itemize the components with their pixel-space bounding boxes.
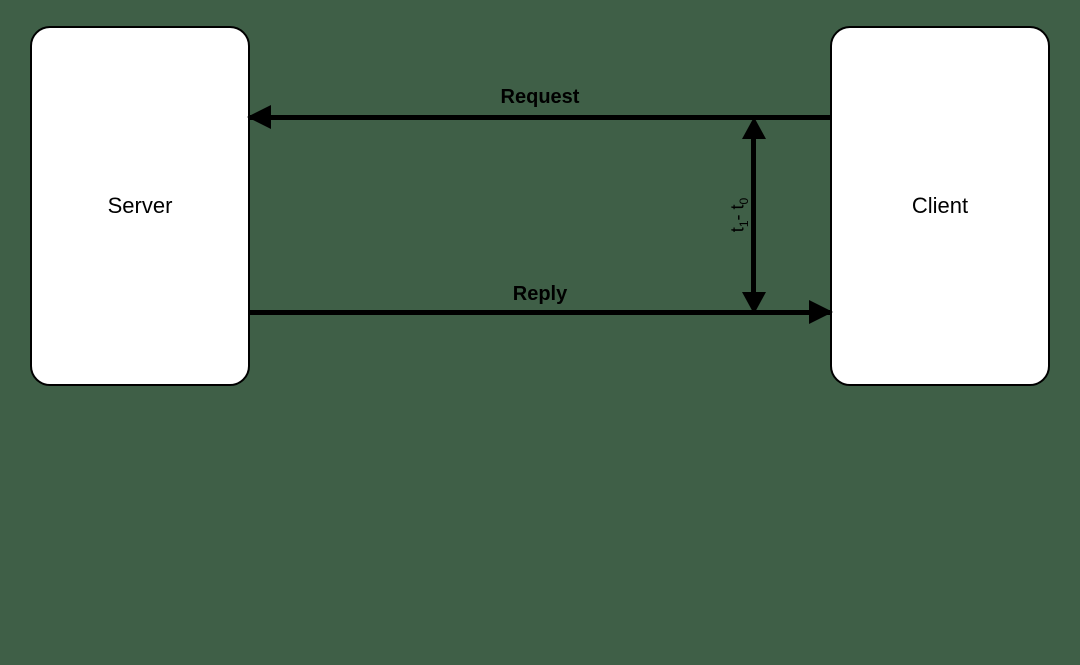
- elapsed-arrowhead-down-icon: [742, 292, 766, 314]
- elapsed-arrow-line: [751, 124, 756, 303]
- client-node: Client: [830, 26, 1050, 386]
- server-node: Server: [30, 26, 250, 386]
- request-arrowhead-icon: [247, 105, 271, 129]
- server-label: Server: [108, 193, 173, 219]
- reply-arrowhead-icon: [809, 300, 833, 324]
- elapsed-time-label: t1- t0: [727, 198, 751, 232]
- reply-arrow-label: Reply: [513, 283, 567, 306]
- elapsed-arrowhead-up-icon: [742, 117, 766, 139]
- request-arrow-label: Request: [501, 86, 580, 109]
- client-label: Client: [912, 193, 968, 219]
